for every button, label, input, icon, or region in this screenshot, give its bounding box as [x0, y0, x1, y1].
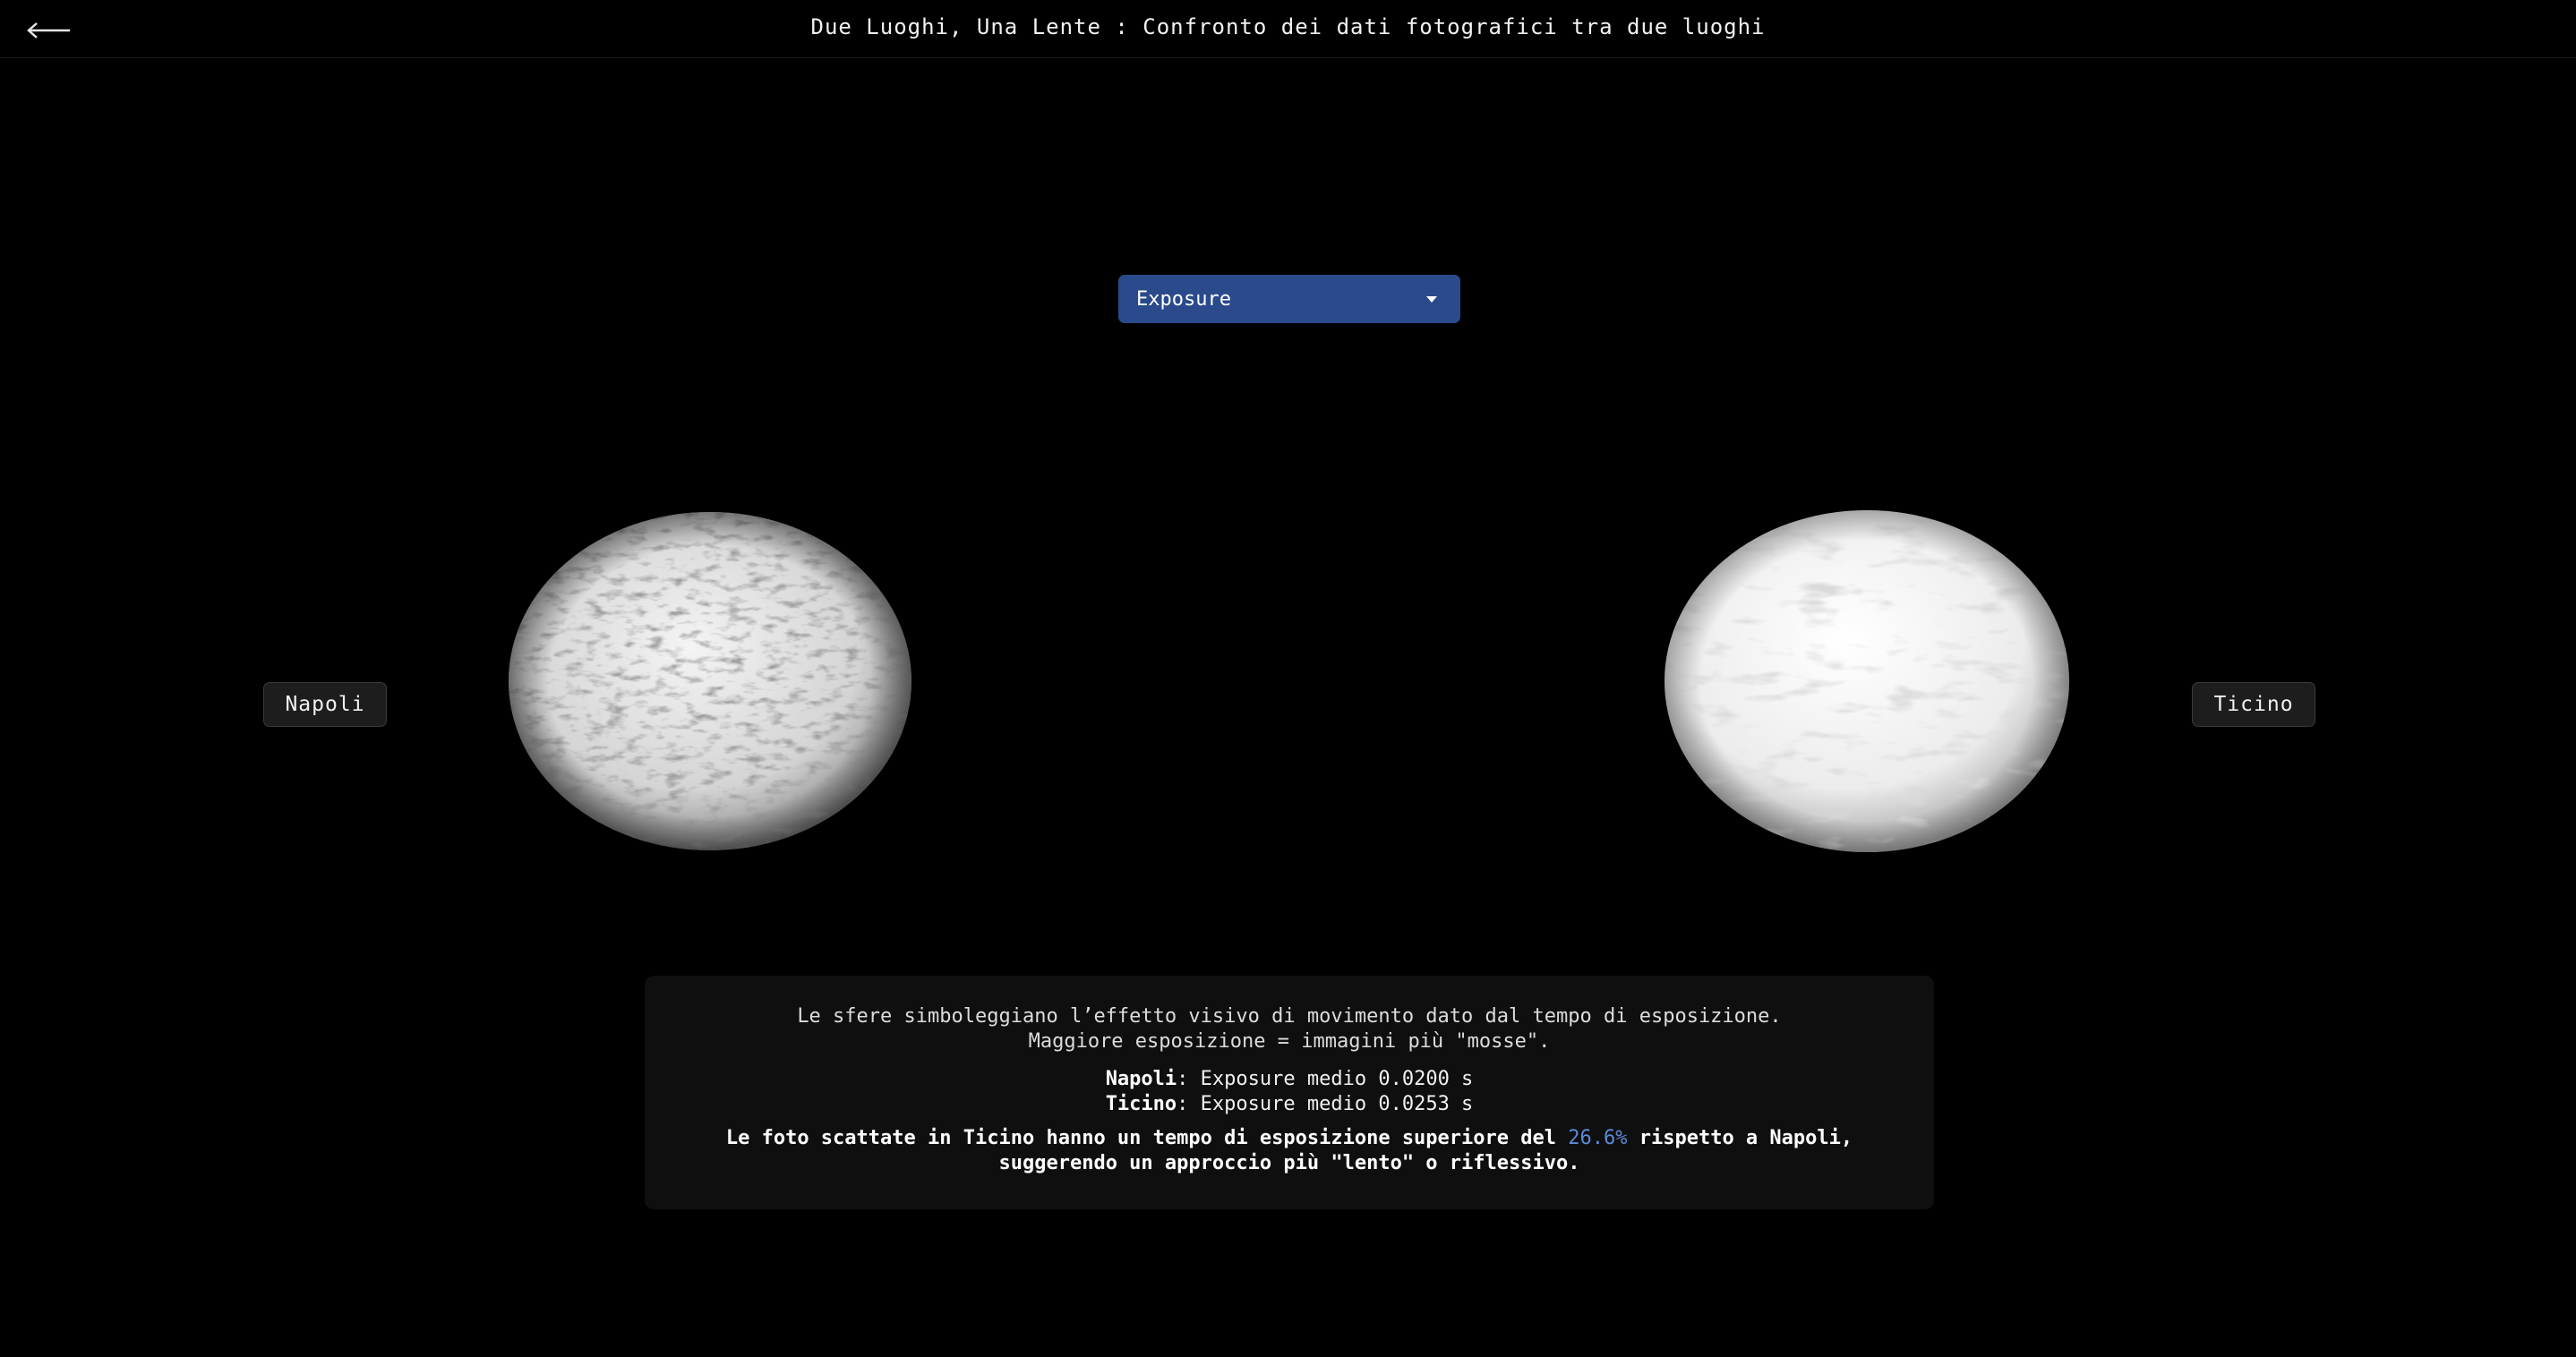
stat-ticino-value: : Exposure medio 0.0253 s	[1177, 1093, 1474, 1115]
stat-napoli-name: Napoli	[1105, 1068, 1177, 1090]
conclusion-pre: Le foto scattate in Ticino hanno un temp…	[725, 1127, 1569, 1149]
info-line-2: Maggiore esposizione = immagini più "mos…	[1028, 1030, 1551, 1053]
metric-select[interactable]: Exposure	[1118, 275, 1460, 323]
caret-down-icon	[1426, 295, 1437, 303]
metric-select-value: Exposure	[1136, 287, 1231, 311]
stats: Napoli: Exposure medio 0.0200 s Ticino: …	[672, 1067, 1907, 1117]
stat-napoli-value: : Exposure medio 0.0200 s	[1177, 1068, 1474, 1090]
page-title: Due Luoghi, Una Lente : Confronto dei da…	[810, 14, 1766, 39]
stat-napoli: Napoli: Exposure medio 0.0200 s	[672, 1067, 1907, 1092]
stat-ticino-name: Ticino	[1105, 1093, 1177, 1115]
info-panel: Le sfere simboleggiano l’effetto visivo …	[645, 976, 1934, 1209]
sphere-napoli	[509, 512, 911, 850]
place-label-napoli[interactable]: Napoli	[263, 682, 387, 727]
conclusion-text: Le foto scattate in Ticino hanno un temp…	[672, 1126, 1907, 1176]
top-bar: Due Luoghi, Una Lente : Confronto dei da…	[0, 0, 2576, 58]
info-line-1: Le sfere simboleggiano l’effetto visivo …	[797, 1005, 1782, 1028]
conclusion-percent: 26.6%	[1568, 1127, 1628, 1149]
place-label-ticino[interactable]: Ticino	[2192, 682, 2315, 727]
sphere-ticino	[1665, 510, 2069, 852]
stat-ticino: Ticino: Exposure medio 0.0253 s	[672, 1092, 1907, 1117]
